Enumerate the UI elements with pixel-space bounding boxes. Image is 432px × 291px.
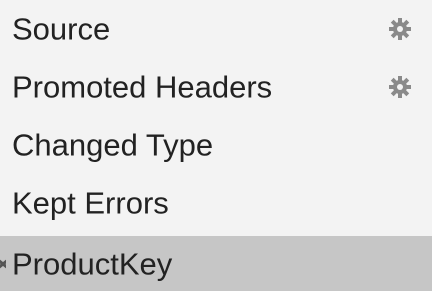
step-label: Promoted Headers [12,69,273,105]
step-label: Source [12,11,111,47]
delete-icon[interactable] [0,253,6,275]
gear-icon[interactable] [388,17,412,41]
applied-step-promoted-headers[interactable]: Promoted Headers [0,58,432,116]
applied-steps-list: Source Promoted Headers Changed Type Kep… [0,0,432,291]
applied-step-kept-errors[interactable]: Kept Errors [0,174,432,232]
gear-icon[interactable] [388,75,412,99]
applied-step-changed-type[interactable]: Changed Type [0,116,432,174]
step-label: Changed Type [12,127,214,163]
step-label: Kept Errors [12,185,169,221]
applied-step-source[interactable]: Source [0,0,432,58]
applied-step-productkey[interactable]: ProductKey [0,236,432,291]
step-label: ProductKey [12,246,173,281]
